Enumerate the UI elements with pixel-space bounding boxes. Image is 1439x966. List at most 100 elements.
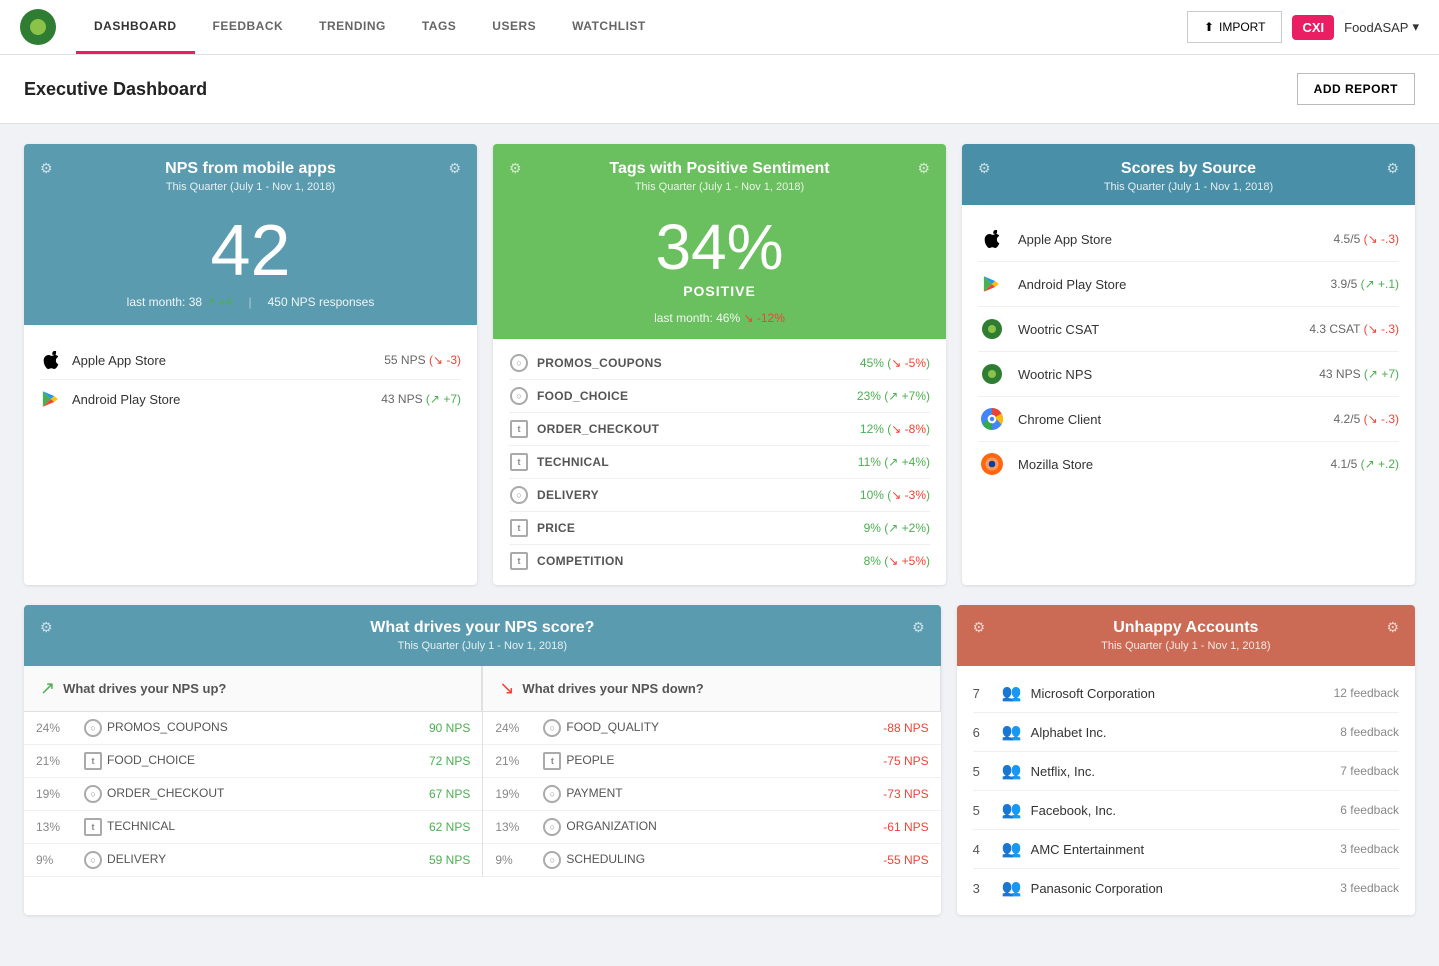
nps-footer: last month: 38 ↗ +4 | 450 NPS responses: [24, 287, 477, 325]
nps-android-name: Android Play Store: [72, 392, 381, 407]
driver-down-nps-2: -75 NPS: [805, 745, 941, 778]
scores-card-header-text: Scores by Source This Quarter (July 1 - …: [991, 160, 1387, 193]
unhappy-people-icon-netflix: 👥: [1001, 760, 1023, 782]
chevron-down-icon: ▾: [1412, 19, 1419, 35]
score-row-android: Android Play Store 3.9/5 (↗ +.1): [978, 262, 1399, 307]
unhappy-feedback-alphabet: 8 feedback: [1340, 725, 1399, 739]
nav-tags[interactable]: TAGS: [404, 1, 474, 54]
score-row-mozilla: Mozilla Store 4.1/5 (↗ +.2): [978, 442, 1399, 486]
top-nav: DASHBOARD FEEDBACK TRENDING TAGS USERS W…: [0, 0, 1439, 55]
tags-card: ⚙ Tags with Positive Sentiment This Quar…: [493, 144, 946, 585]
nps-apple-name: Apple App Store: [72, 353, 384, 368]
nps-trend-up-icon: ↗: [205, 295, 218, 309]
score-wootric-csat-value: 4.3 CSAT (↘ -.3): [1309, 322, 1399, 336]
unhappy-body: 7 👥 Microsoft Corporation 12 feedback 6 …: [957, 666, 1415, 915]
driver-down-header: ↘ What drives your NPS down?: [483, 666, 940, 712]
driver-up-pct-1: 24%: [24, 712, 72, 745]
unhappy-feedback-microsoft: 12 feedback: [1334, 686, 1399, 700]
score-row-wootric-nps: Wootric NPS 43 NPS (↗ +7): [978, 352, 1399, 397]
score-apple-value: 4.5/5 (↘ -.3): [1334, 232, 1399, 246]
driver-up-nps-3: 67 NPS: [367, 778, 482, 811]
tag-name-technical: TECHNICAL: [537, 455, 858, 469]
unhappy-filter-icon[interactable]: ⚙: [973, 619, 986, 636]
unhappy-people-icon-facebook: 👥: [1001, 799, 1023, 821]
tag-t-icon2: t: [509, 452, 529, 472]
unhappy-people-icon-amc: 👥: [1001, 838, 1023, 860]
unhappy-header: ⚙ Unhappy Accounts This Quarter (July 1 …: [957, 605, 1415, 666]
nav-right: ⬆ IMPORT CXI FoodASAP ▾: [1187, 11, 1419, 43]
tags-filter-icon[interactable]: ⚙: [509, 160, 522, 177]
driver-down-name-1: ○FOOD_QUALITY: [531, 712, 804, 745]
unhappy-row-alphabet: 6 👥 Alphabet Inc. 8 feedback: [973, 713, 1399, 752]
unhappy-gear-icon[interactable]: ⚙: [1386, 619, 1399, 636]
tag-circle-icon: ○: [509, 353, 529, 373]
driver-down-label: What drives your NPS down?: [522, 681, 703, 696]
scores-gear-icon[interactable]: ⚙: [1386, 160, 1399, 177]
score-android-icon: [978, 270, 1006, 298]
tags-last-month: last month: 46% ↘ -12%: [654, 311, 785, 325]
unhappy-row-amc: 4 👥 AMC Entertainment 3 feedback: [973, 830, 1399, 869]
nav-dashboard[interactable]: DASHBOARD: [76, 1, 195, 54]
cxi-badge: CXI: [1292, 15, 1334, 40]
tags-gear-icon[interactable]: ⚙: [917, 160, 930, 177]
unhappy-title: Unhappy Accounts: [985, 619, 1386, 637]
driver-down-icon: ↘: [499, 678, 514, 699]
nps-apple-trend: (↘ -3): [429, 353, 461, 367]
unhappy-count-microsoft: 7: [973, 686, 993, 701]
filter-icon[interactable]: ⚙: [40, 160, 53, 177]
nps-last-month: last month: 38 ↗ +4: [127, 295, 233, 309]
score-apple-name: Apple App Store: [1018, 232, 1334, 247]
nps-card-header: ⚙ NPS from mobile apps This Quarter (Jul…: [24, 144, 477, 205]
drivers-gear-icon[interactable]: ⚙: [912, 619, 925, 636]
import-button[interactable]: ⬆ IMPORT: [1187, 11, 1283, 43]
unhappy-people-icon-alphabet: 👥: [1001, 721, 1023, 743]
driver-up-section: ↗ What drives your NPS up? 24% ○PROMOS_C…: [24, 666, 482, 877]
driver-down-row-2: 21% tPEOPLE -75 NPS: [483, 745, 940, 778]
nav-feedback[interactable]: FEEDBACK: [195, 1, 302, 54]
nav-users[interactable]: USERS: [474, 1, 554, 54]
unhappy-feedback-netflix: 7 feedback: [1340, 764, 1399, 778]
driver-up-row-4: 13% tTECHNICAL 62 NPS: [24, 811, 482, 844]
nps-apple-score: 55 NPS (↘ -3): [384, 353, 461, 367]
account-name[interactable]: FoodASAP ▾: [1344, 19, 1419, 35]
score-row-chrome: Chrome Client 4.2/5 (↘ -.3): [978, 397, 1399, 442]
driver-up-pct-4: 13%: [24, 811, 72, 844]
gear-icon[interactable]: ⚙: [448, 160, 461, 177]
tag-circle-icon3: ○: [509, 485, 529, 505]
score-wootric-nps-name: Wootric NPS: [1018, 367, 1319, 382]
unhappy-count-alphabet: 6: [973, 725, 993, 740]
driver-up-table: 24% ○PROMOS_COUPONS 90 NPS 21% tFOOD_CHO…: [24, 712, 482, 877]
tag-t-icon3: t: [509, 518, 529, 538]
driver-up-pct-3: 19%: [24, 778, 72, 811]
driver-up-name-2: tFOOD_CHOICE: [72, 745, 367, 778]
nps-drivers-body: ↗ What drives your NPS up? 24% ○PROMOS_C…: [24, 666, 941, 877]
driver-down-pct-5: 9%: [483, 844, 531, 877]
nps-card-subtitle: This Quarter (July 1 - Nov 1, 2018): [53, 181, 449, 193]
nps-card-header-text: NPS from mobile apps This Quarter (July …: [53, 160, 449, 193]
unhappy-subtitle: This Quarter (July 1 - Nov 1, 2018): [985, 640, 1386, 652]
tag-score-food: 23% (↗ +7%): [857, 389, 930, 403]
driver-up-name-1: ○PROMOS_COUPONS: [72, 712, 367, 745]
driver-up-name-3: ○ORDER_CHECKOUT: [72, 778, 367, 811]
logo-inner: [30, 19, 46, 35]
drivers-filter-icon[interactable]: ⚙: [40, 619, 53, 636]
driver-down-row-5: 9% ○SCHEDULING -55 NPS: [483, 844, 940, 877]
tags-card-subtitle: This Quarter (July 1 - Nov 1, 2018): [522, 181, 918, 193]
driver-down-name-2: tPEOPLE: [531, 745, 804, 778]
scores-filter-icon[interactable]: ⚙: [978, 160, 991, 177]
unhappy-row-microsoft: 7 👥 Microsoft Corporation 12 feedback: [973, 674, 1399, 713]
driver-up-row-5: 9% ○DELIVERY 59 NPS: [24, 844, 482, 877]
logo: [20, 9, 56, 45]
nav-trending[interactable]: TRENDING: [301, 1, 404, 54]
add-report-button[interactable]: ADD REPORT: [1297, 73, 1415, 105]
nps-drivers-card: ⚙ What drives your NPS score? This Quart…: [24, 605, 941, 915]
unhappy-count-facebook: 5: [973, 803, 993, 818]
apple-icon: [40, 349, 62, 371]
scores-card-title: Scores by Source: [991, 160, 1387, 178]
tag-name-delivery: DELIVERY: [537, 488, 860, 502]
nav-watchlist[interactable]: WATCHLIST: [554, 1, 664, 54]
score-android-name: Android Play Store: [1018, 277, 1331, 292]
tag-row-price: t PRICE 9% (↗ +2%): [509, 512, 930, 545]
nps-drivers-header: ⚙ What drives your NPS score? This Quart…: [24, 605, 941, 666]
score-wootric-nps-icon: [978, 360, 1006, 388]
